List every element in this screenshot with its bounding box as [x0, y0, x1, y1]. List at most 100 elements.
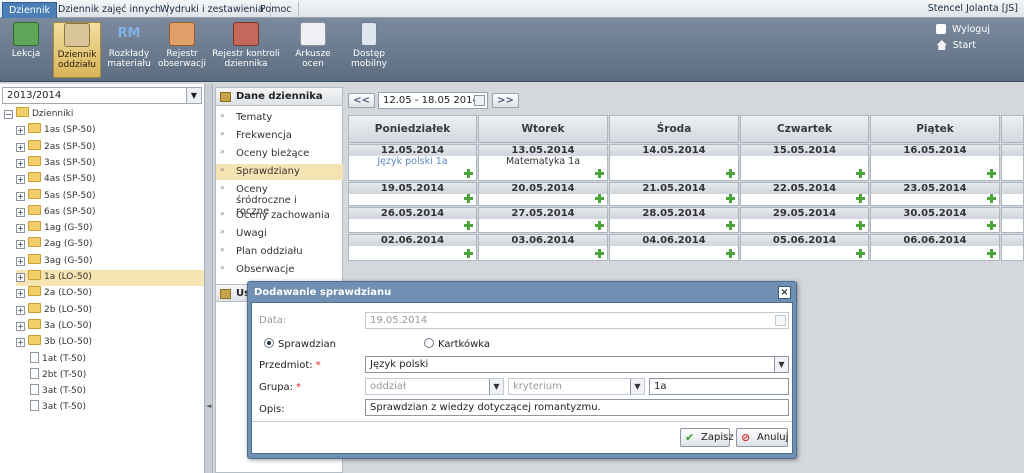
panel-splitter[interactable]: ◄: [205, 84, 213, 473]
radio-test[interactable]: Sprawdzian: [264, 338, 336, 350]
menu-item[interactable]: » Uwagi: [216, 226, 343, 242]
class-field[interactable]: 1a: [649, 378, 789, 395]
day-cell[interactable]: 16.05.2014: [870, 144, 1000, 181]
menu-header[interactable]: Dane dziennika: [216, 88, 342, 106]
radio-quiz[interactable]: Kartkówka: [424, 338, 490, 350]
menu-item[interactable]: » Obserwacje: [216, 262, 343, 278]
day-cell[interactable]: 15.05.2014: [740, 144, 869, 181]
control-register-button[interactable]: Rejestr kontroli dziennika: [212, 22, 280, 78]
expand-icon[interactable]: +: [16, 338, 25, 348]
tree-root[interactable]: − Dzienniki: [4, 107, 73, 123]
add-icon[interactable]: [726, 221, 735, 230]
school-year-select[interactable]: 2013/2014 ▼: [2, 87, 202, 104]
expand-icon[interactable]: +: [16, 305, 25, 315]
add-icon[interactable]: [726, 249, 735, 258]
day-cell[interactable]: 12.05.2014 Język polski 1a: [348, 144, 477, 181]
add-icon[interactable]: [595, 221, 604, 230]
prev-week-button[interactable]: <<: [348, 93, 375, 108]
chevron-down-icon[interactable]: ▼: [630, 379, 644, 394]
collapse-arrow-icon[interactable]: ◄: [206, 402, 211, 410]
day-cell[interactable]: 06.06.2014: [870, 234, 1000, 261]
start-link[interactable]: Start: [936, 40, 976, 51]
day-cell[interactable]: 03.06.2014: [478, 234, 608, 261]
tree-class-item[interactable]: 3at (T-50): [30, 384, 86, 400]
criterion-select[interactable]: kryterium ▼: [508, 378, 645, 395]
tree-class-item[interactable]: +2b (LO-50): [16, 302, 204, 319]
add-icon[interactable]: [595, 169, 604, 178]
expand-icon[interactable]: +: [16, 142, 25, 152]
expand-icon[interactable]: +: [16, 207, 25, 217]
subject-select[interactable]: Język polski ▼: [365, 356, 789, 373]
tab-pomoc[interactable]: Pomoc: [254, 2, 299, 18]
close-icon[interactable]: ×: [778, 286, 791, 299]
add-icon[interactable]: [464, 249, 473, 258]
menu-item[interactable]: » Sprawdziany: [216, 164, 343, 180]
day-cell[interactable]: 30.05.2014: [870, 207, 1000, 233]
day-cell[interactable]: 28.05.2014: [609, 207, 739, 233]
tree-class-item[interactable]: +3ag (G-50): [16, 253, 204, 270]
add-icon[interactable]: [726, 169, 735, 178]
radio-unchecked-icon[interactable]: [424, 338, 434, 348]
day-cell[interactable]: 05.06.2014: [740, 234, 869, 261]
chevron-down-icon[interactable]: ▼: [774, 357, 788, 372]
expand-icon[interactable]: +: [16, 240, 25, 250]
week-range-input[interactable]: 12.05 - 18.05 2014: [378, 92, 488, 109]
expand-icon[interactable]: +: [16, 321, 25, 331]
day-cell[interactable]: 22.05.2014: [740, 182, 869, 206]
day-cell[interactable]: 21.05.2014: [609, 182, 739, 206]
test-entry[interactable]: Język polski 1a: [349, 156, 476, 167]
add-icon[interactable]: [856, 221, 865, 230]
day-cell[interactable]: 19.05.2014: [348, 182, 477, 206]
add-icon[interactable]: [464, 169, 473, 178]
day-cell[interactable]: 29.05.2014: [740, 207, 869, 233]
tree-class-item[interactable]: +2ag (G-50): [16, 237, 204, 253]
tree-class-item[interactable]: +3a (LO-50): [16, 318, 204, 335]
tree-class-item[interactable]: 3at (T-50): [30, 400, 86, 416]
expand-icon[interactable]: +: [16, 289, 25, 299]
radio-checked-icon[interactable]: [264, 338, 274, 348]
menu-item[interactable]: » Frekwencja: [216, 128, 343, 144]
expand-icon[interactable]: +: [16, 273, 25, 282]
day-cell[interactable]: 04.06.2014: [609, 234, 739, 261]
tree-class-item[interactable]: +3as (SP-50): [16, 155, 204, 172]
add-icon[interactable]: [987, 194, 996, 203]
tree-class-item[interactable]: +1a (LO-50): [16, 270, 204, 286]
menu-item[interactable]: » Oceny bieżące: [216, 146, 343, 162]
add-icon[interactable]: [987, 221, 996, 230]
expand-icon[interactable]: +: [16, 126, 25, 136]
day-cell[interactable]: 14.05.2014: [609, 144, 739, 181]
menu-item[interactable]: » Oceny zachowania: [216, 208, 343, 224]
day-cell[interactable]: 26.05.2014: [348, 207, 477, 233]
chevron-down-icon[interactable]: ▼: [186, 88, 201, 103]
add-icon[interactable]: [726, 194, 735, 203]
tree-class-item[interactable]: +4as (SP-50): [16, 172, 204, 188]
cancel-button[interactable]: ⊘ Anuluj: [736, 428, 788, 447]
collapse-icon[interactable]: −: [4, 110, 13, 119]
tree-class-item[interactable]: +5as (SP-50): [16, 188, 204, 205]
tab-dziennik-zajec-innych[interactable]: Dziennik zajęć innych: [52, 2, 169, 18]
day-cell[interactable]: 13.05.2014 Matematyka 1a: [478, 144, 608, 181]
add-icon[interactable]: [595, 194, 604, 203]
next-week-button[interactable]: >>: [492, 93, 519, 108]
add-icon[interactable]: [464, 221, 473, 230]
description-input[interactable]: Sprawdzian z wiedzy dotyczącej romantyzm…: [365, 399, 789, 416]
tree-class-item[interactable]: +1ag (G-50): [16, 221, 204, 237]
add-icon[interactable]: [856, 249, 865, 258]
add-icon[interactable]: [987, 249, 996, 258]
save-button[interactable]: ✔ Zapisz: [680, 428, 734, 447]
lesson-button[interactable]: Lekcja: [6, 22, 46, 78]
expand-icon[interactable]: +: [16, 175, 25, 185]
tab-dziennik[interactable]: Dziennik: [2, 2, 57, 18]
chevron-down-icon[interactable]: ▼: [489, 379, 503, 394]
syllabus-button[interactable]: RM Rozkłady materiału: [106, 22, 152, 78]
add-icon[interactable]: [856, 169, 865, 178]
calendar-icon[interactable]: [474, 95, 485, 106]
class-register-button[interactable]: Dziennik oddziału: [53, 22, 101, 78]
day-cell[interactable]: 20.05.2014: [478, 182, 608, 206]
tree-class-item[interactable]: 2bt (T-50): [30, 367, 86, 384]
add-icon[interactable]: [856, 194, 865, 203]
tree-class-item[interactable]: +1as (SP-50): [16, 123, 204, 139]
test-entry[interactable]: Matematyka 1a: [479, 156, 607, 167]
mobile-access-button[interactable]: Dostęp mobilny: [346, 22, 392, 78]
expand-icon[interactable]: +: [16, 224, 25, 234]
